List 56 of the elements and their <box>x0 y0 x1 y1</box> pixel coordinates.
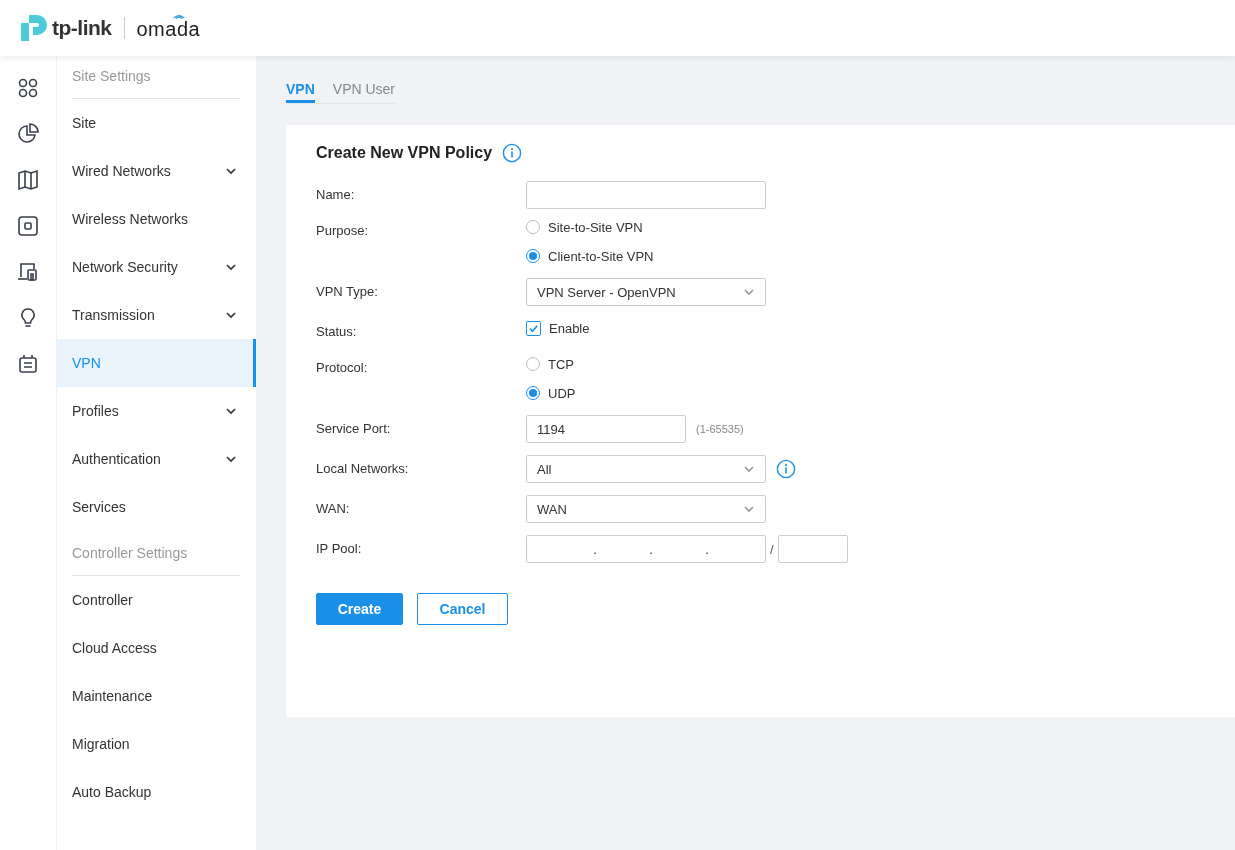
section-heading: Site Settings <box>72 68 240 99</box>
port-input[interactable]: 1194 <box>526 415 686 443</box>
sidebar-item[interactable]: Network Security <box>57 243 256 291</box>
ip-address-input[interactable]: . . . <box>526 535 766 563</box>
sidebar-item[interactable]: Site <box>57 99 256 147</box>
dropdown[interactable]: VPN Server - OpenVPN <box>526 278 766 306</box>
field-label: Name: <box>316 186 356 204</box>
radio-label[interactable]: TCP <box>548 356 574 372</box>
dropdown[interactable]: WAN <box>526 495 766 523</box>
chevron-down-icon <box>743 505 755 513</box>
sidebar-item[interactable]: Wired Networks <box>57 147 256 195</box>
chevron-down-icon <box>743 288 755 296</box>
field-label: Protocol: <box>316 359 369 377</box>
devices-icon[interactable] <box>16 260 40 284</box>
field-label: Purpose: <box>316 222 370 240</box>
radio-label[interactable]: UDP <box>548 385 576 401</box>
pie-chart-icon[interactable] <box>16 122 40 146</box>
sidebar-item[interactable]: Maintenance <box>57 672 256 720</box>
radio-label[interactable]: Site-to-Site VPN <box>548 219 643 235</box>
wifi-icon <box>171 12 186 19</box>
checkbox[interactable] <box>526 320 541 336</box>
radio-label[interactable]: Client-to-Site VPN <box>548 248 654 264</box>
dashboard-icon[interactable] <box>16 76 40 100</box>
device-icon[interactable] <box>16 214 40 238</box>
logo-icon <box>20 14 48 42</box>
sidebar-item[interactable]: Migration <box>57 720 256 768</box>
field-label: WAN: <box>316 500 351 518</box>
chevron-down-icon <box>743 465 755 473</box>
field-label: Status: <box>316 323 358 341</box>
checkbox-label[interactable]: Enable <box>549 320 590 336</box>
sidebar-item[interactable]: Services <box>57 483 256 531</box>
sidebar-item[interactable]: Profiles <box>57 387 256 435</box>
dropdown[interactable]: All <box>526 455 766 483</box>
calendar-icon[interactable] <box>16 352 40 376</box>
form-title: Create New VPN Policy <box>316 144 493 162</box>
name-input[interactable] <box>526 181 766 209</box>
field-label: IP Pool: <box>316 540 363 558</box>
info-icon[interactable] <box>502 143 523 163</box>
slash-separator: / <box>770 541 774 557</box>
mask-input[interactable] <box>777 535 848 563</box>
sidebar-item[interactable]: Transmission <box>57 291 256 339</box>
section-heading: Controller Settings <box>72 545 240 576</box>
sidebar-item[interactable]: Auto Backup <box>57 768 256 816</box>
info-icon[interactable] <box>776 459 796 479</box>
brand-logo: tp-link <box>52 16 112 40</box>
sidebar-item[interactable]: Cloud Access <box>57 624 256 672</box>
range-hint: (1-65535) <box>696 423 744 435</box>
field-label: VPN Type: <box>316 283 379 301</box>
checkmark-icon <box>528 322 539 334</box>
map-icon[interactable] <box>16 168 40 192</box>
sidebar-item[interactable]: Controller <box>57 576 256 624</box>
field-label: Service Port: <box>316 420 392 438</box>
sidebar-item[interactable]: Wireless Networks <box>57 195 256 243</box>
sidebar-item[interactable]: Authentication <box>57 435 256 483</box>
product-logo: omada <box>136 20 201 38</box>
field-label: Local Networks: <box>316 460 410 478</box>
